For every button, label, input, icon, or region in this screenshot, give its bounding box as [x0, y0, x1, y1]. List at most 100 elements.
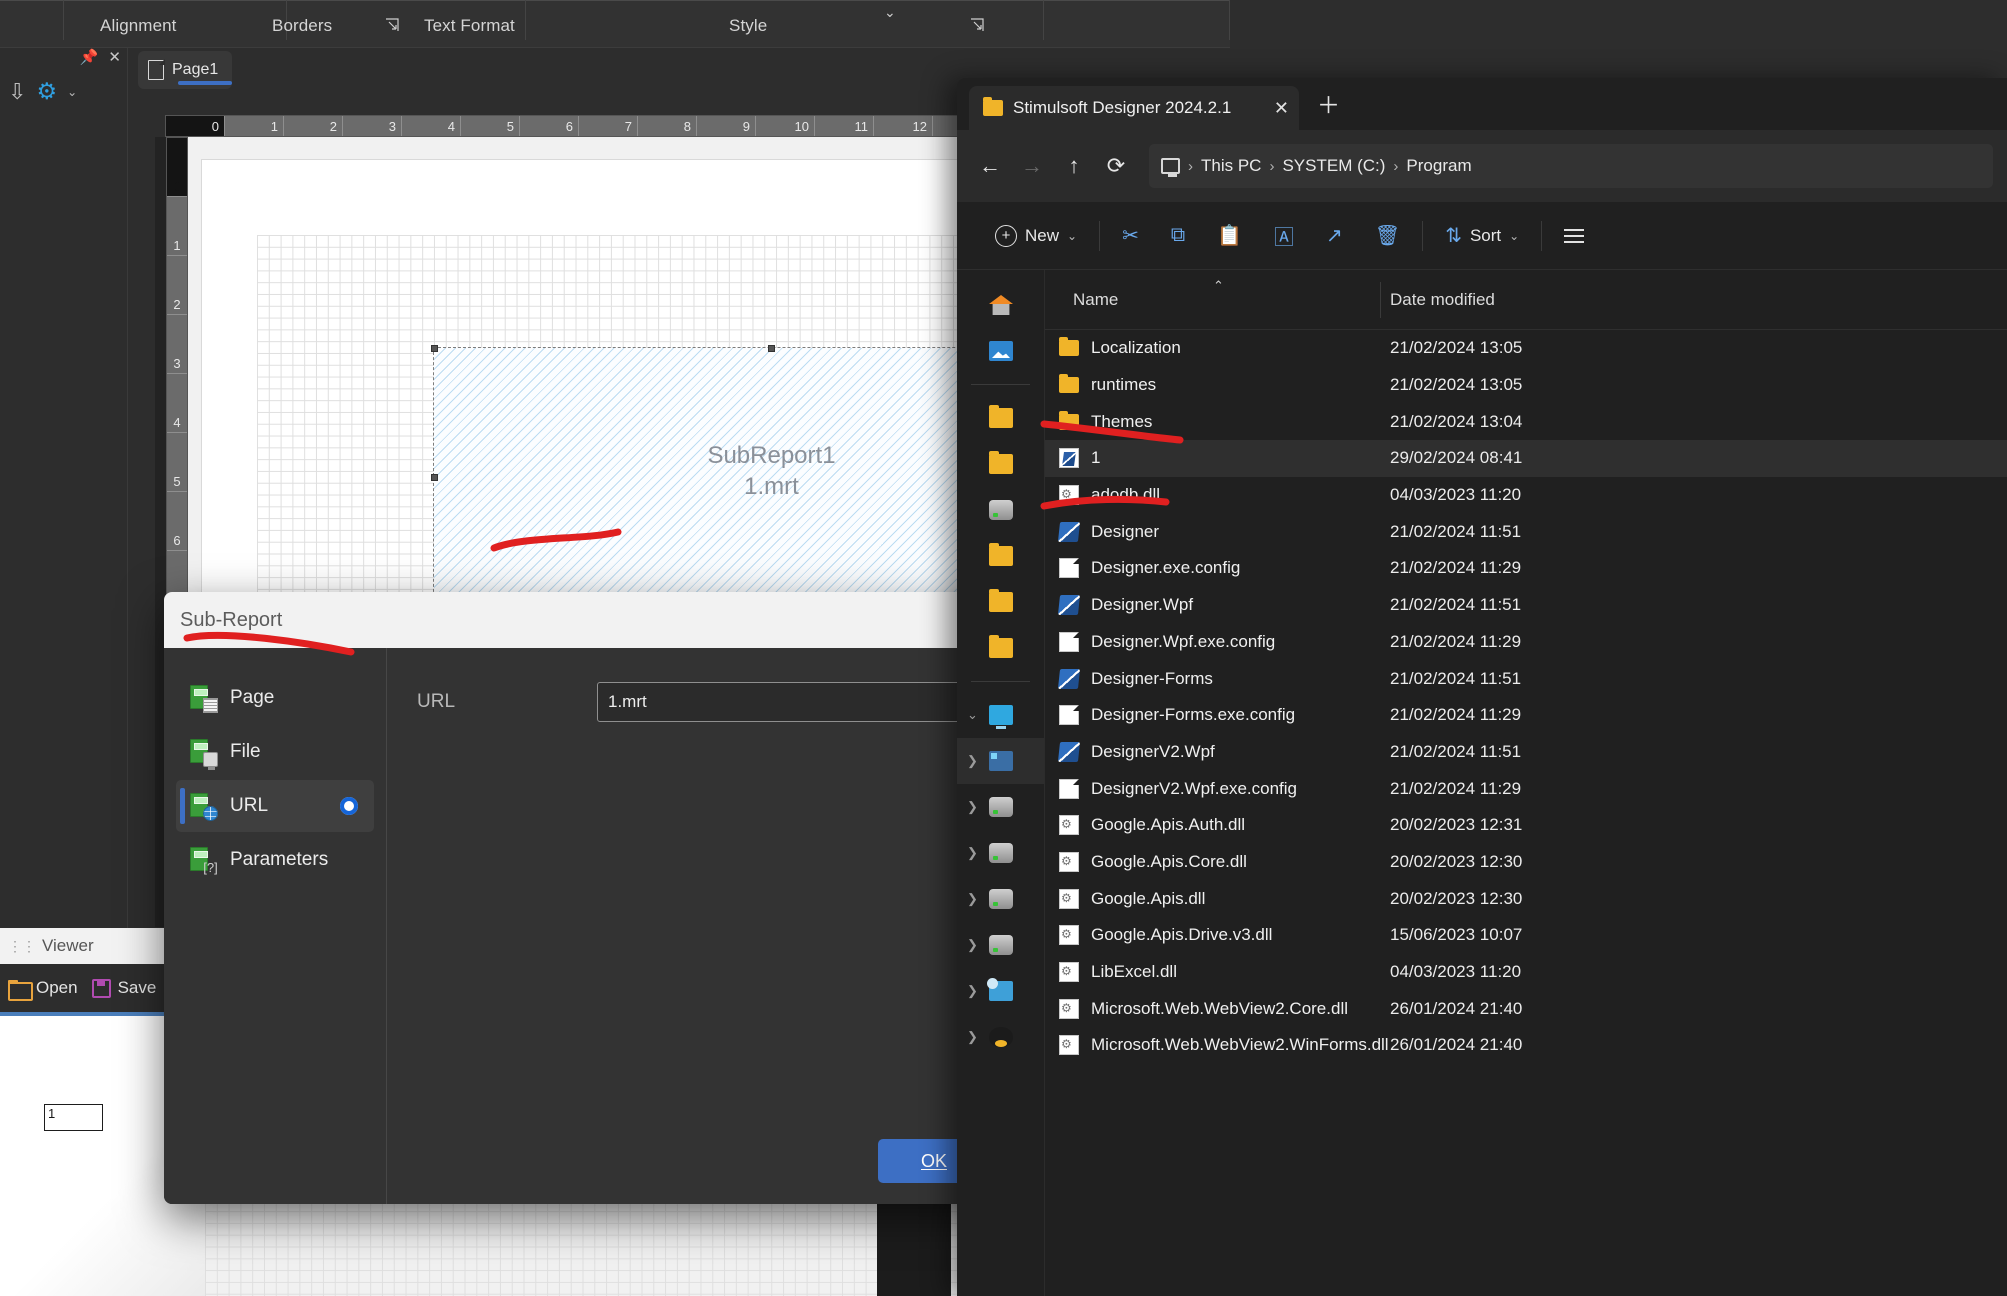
sidebar-item[interactable]: ❯: [957, 922, 1044, 968]
chevron-right-icon[interactable]: ❯: [967, 799, 983, 815]
folder-icon: [989, 543, 1013, 566]
breadcrumb-system-c[interactable]: SYSTEM (C:): [1282, 156, 1385, 176]
table-row[interactable]: Microsoft.Web.WebView2.Core.dll 26/01/202…: [1045, 990, 2007, 1027]
dialog-nav-item-url[interactable]: URL: [176, 780, 374, 832]
explorer-sidebar[interactable]: ⌄ ❯ ❯ ❯ ❯ ❯ ❯ ❯: [957, 270, 1045, 1296]
chevron-down-icon[interactable]: ⌄: [884, 5, 896, 19]
table-row[interactable]: Localization 21/02/2024 13:05: [1045, 330, 2007, 367]
sidebar-item[interactable]: [957, 533, 1044, 579]
table-row[interactable]: Google.Apis.Core.dll 20/02/2023 12:30: [1045, 844, 2007, 881]
sidebar-item[interactable]: ❯: [957, 830, 1044, 876]
chevron-right-icon[interactable]: ❯: [967, 753, 983, 769]
table-row[interactable]: Designer-Forms 21/02/2024 11:51: [1045, 660, 2007, 697]
chevron-down-icon[interactable]: ⌄: [967, 707, 983, 723]
table-row[interactable]: Designer.Wpf.exe.config 21/02/2024 11:29: [1045, 624, 2007, 661]
table-row[interactable]: Google.Apis.Drive.v3.dll 15/06/2023 10:07: [1045, 917, 2007, 954]
tab-page1[interactable]: Page1: [138, 51, 233, 89]
chevron-down-icon[interactable]: ⌄: [1509, 229, 1519, 243]
new-button[interactable]: + New ⌄: [979, 216, 1093, 256]
sidebar-item[interactable]: ❯: [957, 1014, 1044, 1060]
vruler-tick: 2: [167, 256, 187, 315]
table-row[interactable]: Microsoft.Web.WebView2.WinForms.dll26/01…: [1045, 1027, 2007, 1064]
dialog-nav-item-page[interactable]: Page: [176, 672, 374, 724]
dll-icon: [1059, 998, 1079, 1019]
copy-icon[interactable]: ⧉: [1155, 216, 1201, 256]
dialog-nav-item-parameters[interactable]: [?] Parameters: [176, 834, 374, 886]
radio-selected-icon[interactable]: [340, 797, 358, 815]
scissors-icon[interactable]: ✂: [1106, 216, 1155, 256]
plus-icon[interactable]: ＋: [1317, 86, 1340, 120]
close-icon[interactable]: ✕: [1256, 98, 1289, 119]
chevron-right-icon[interactable]: ❯: [967, 845, 983, 861]
table-row[interactable]: Themes 21/02/2024 13:04: [1045, 403, 2007, 440]
sidebar-item[interactable]: ❯: [957, 784, 1044, 830]
sidebar-item[interactable]: [957, 328, 1044, 374]
table-row[interactable]: adodb.dll 04/03/2023 11:20: [1045, 477, 2007, 514]
table-row[interactable]: Google.Apis.dll 20/02/2023 12:30: [1045, 880, 2007, 917]
explorer-file-list[interactable]: ⌃ Name Date modified Localization 21/02/2…: [1045, 270, 2007, 1296]
floppy-save-icon: [91, 978, 111, 998]
table-row[interactable]: runtimes 21/02/2024 13:05: [1045, 367, 2007, 404]
save-button[interactable]: Save ⌄: [91, 978, 173, 998]
column-header-date-modified[interactable]: Date modified: [1380, 290, 1495, 310]
gear-icon[interactable]: ⚙: [36, 80, 57, 103]
explorer-tabstrip: Stimulsoft Designer 2024.2.1 ✕ ＋: [957, 78, 2007, 130]
file-name-cell: Google.Apis.Auth.dll: [1045, 814, 1380, 836]
resize-handle[interactable]: [431, 345, 438, 352]
breadcrumb-program[interactable]: Program: [1406, 156, 1471, 176]
sidebar-item[interactable]: [957, 487, 1044, 533]
resize-handle[interactable]: [431, 474, 438, 481]
dialog-nav-item-file[interactable]: File: [176, 726, 374, 778]
chevron-down-icon[interactable]: ⌄: [1067, 229, 1077, 243]
table-row[interactable]: Designer-Forms.exe.config 21/02/2024 11:2…: [1045, 697, 2007, 734]
arrow-right-icon[interactable]: →: [1013, 147, 1051, 185]
sidebar-item[interactable]: [957, 282, 1044, 328]
sidebar-item[interactable]: ⌄: [957, 692, 1044, 738]
refresh-icon[interactable]: ⟳: [1097, 147, 1135, 185]
sidebar-item[interactable]: ❯: [957, 968, 1044, 1014]
arrow-left-icon[interactable]: ←: [971, 147, 1009, 185]
explorer-tab[interactable]: Stimulsoft Designer 2024.2.1 ✕: [969, 86, 1299, 130]
chevron-down-icon[interactable]: ⌄: [67, 85, 77, 99]
table-row[interactable]: Designer.exe.config 21/02/2024 11:29: [1045, 550, 2007, 587]
sidebar-item[interactable]: [957, 579, 1044, 625]
file-name-cell: Designer: [1045, 521, 1380, 542]
sidebar-item[interactable]: [957, 395, 1044, 441]
breadcrumb-this-pc[interactable]: This PC: [1201, 156, 1261, 176]
vruler-tick: 0: [167, 138, 187, 197]
sidebar-item[interactable]: ❯: [957, 876, 1044, 922]
table-row[interactable]: LibExcel.dll 04/03/2023 11:20: [1045, 954, 2007, 991]
table-row[interactable]: DesignerV2.Wpf 21/02/2024 11:51: [1045, 734, 2007, 771]
table-row[interactable]: Designer 21/02/2024 11:51: [1045, 513, 2007, 550]
table-row[interactable]: 1 29/02/2024 08:41: [1045, 440, 2007, 477]
view-list-icon[interactable]: [1548, 216, 1600, 256]
chevron-right-icon[interactable]: ❯: [967, 937, 983, 953]
table-row[interactable]: Designer.Wpf 21/02/2024 11:51: [1045, 587, 2007, 624]
table-row[interactable]: Google.Apis.Auth.dll 20/02/2023 12:31: [1045, 807, 2007, 844]
sidebar-item[interactable]: ❯: [957, 738, 1044, 784]
table-row[interactable]: DesignerV2.Wpf.exe.config 21/02/2024 11:2…: [1045, 770, 2007, 807]
viewer-textbox: 1: [44, 1104, 103, 1131]
arrow-up-icon[interactable]: ↑: [1055, 147, 1093, 185]
open-button[interactable]: Open: [8, 978, 78, 1001]
sidebar-item[interactable]: [957, 625, 1044, 671]
share-icon[interactable]: ↗: [1310, 216, 1359, 256]
rename-icon[interactable]: 🄰: [1258, 216, 1310, 256]
dialog-launcher-icon[interactable]: [385, 18, 399, 32]
trash-icon[interactable]: 🗑: [1359, 216, 1416, 256]
arrow-down-icon[interactable]: ⇩: [8, 80, 26, 103]
address-bar[interactable]: › This PC › SYSTEM (C:) › Program: [1149, 144, 1993, 188]
sidebar-item[interactable]: [957, 441, 1044, 487]
paste-icon[interactable]: 📋: [1201, 216, 1258, 256]
column-divider[interactable]: [1380, 282, 1381, 318]
chevron-right-icon[interactable]: ❯: [967, 983, 983, 999]
resize-handle[interactable]: [768, 345, 775, 352]
dialog-launcher-icon-style[interactable]: [970, 18, 984, 32]
close-icon[interactable]: ✕: [108, 48, 121, 66]
chevron-right-icon[interactable]: ❯: [967, 891, 983, 907]
ribbon-group-alignment: Alignment: [100, 16, 177, 35]
chevron-right-icon[interactable]: ❯: [967, 1029, 983, 1045]
sort-button[interactable]: ⇅ Sort ⌄: [1429, 216, 1535, 256]
pin-icon[interactable]: 📌: [80, 48, 99, 66]
drag-handle-icon[interactable]: ⋮⋮: [8, 938, 36, 955]
